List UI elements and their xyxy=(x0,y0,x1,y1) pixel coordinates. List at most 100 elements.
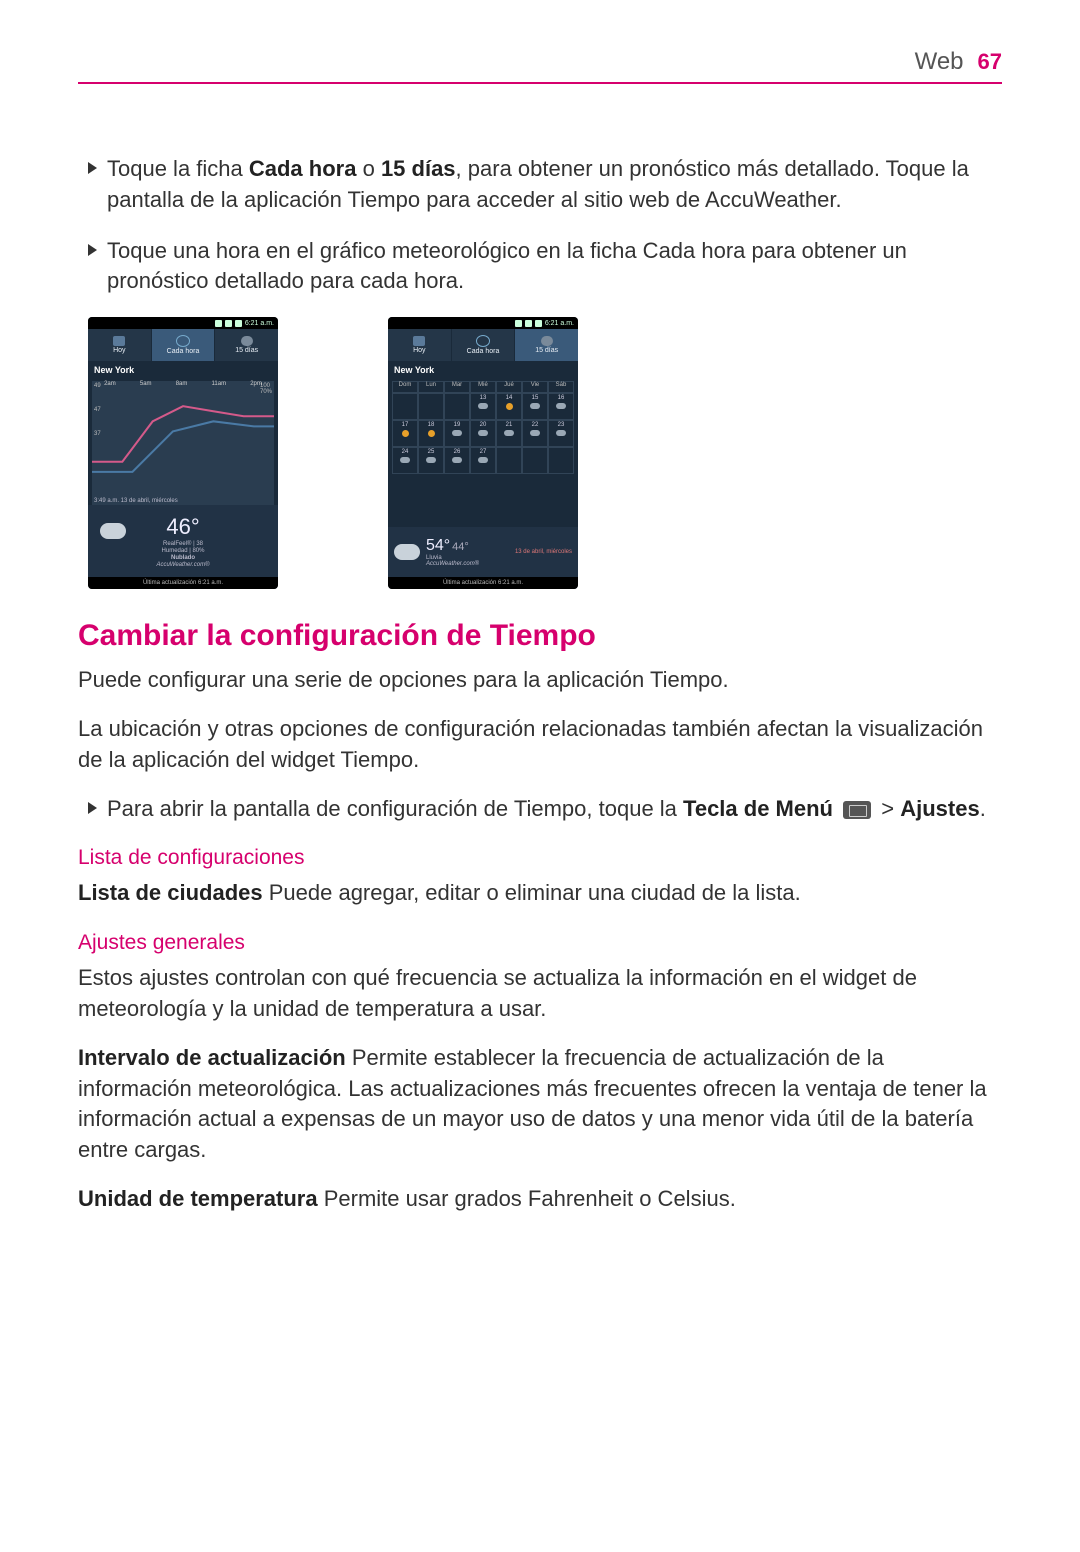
text-bold: Unidad de temperatura xyxy=(78,1186,318,1211)
bullet-item: Toque una hora en el gráfico meteorológi… xyxy=(88,236,1002,298)
status-icon xyxy=(515,320,522,327)
date: 15 xyxy=(532,395,539,401)
cal-cell xyxy=(548,447,574,474)
manual-page: Web 67 Toque la ficha Cada hora o 15 día… xyxy=(0,0,1080,1552)
temp-primary: 54° xyxy=(426,537,450,554)
paragraph: La ubicación y otras opciones de configu… xyxy=(78,714,1002,776)
cal-cell: 21 xyxy=(496,420,522,447)
cal-cell: 20 xyxy=(470,420,496,447)
tab-label: 15 días xyxy=(235,347,258,354)
cal-cell: 26 xyxy=(444,447,470,474)
text-bold: Cada hora xyxy=(249,156,357,181)
date: 22 xyxy=(532,422,539,428)
status-time: 6:21 a.m. xyxy=(245,320,274,327)
city-label: New York xyxy=(388,361,578,379)
weather-icon xyxy=(478,430,488,436)
dow: Dom xyxy=(392,381,418,393)
weather-icon xyxy=(400,457,410,463)
calendar-icon xyxy=(113,336,125,346)
page-header: Web 67 xyxy=(78,48,1002,84)
text-bold: Tecla de Menú xyxy=(683,796,833,821)
subsection-heading: Ajustes generales xyxy=(78,931,1002,955)
cal-cell: 18 xyxy=(418,420,444,447)
dow: Mié xyxy=(470,381,496,393)
text: Toque la ficha xyxy=(107,156,249,181)
weather-icon xyxy=(506,403,513,410)
cal-cell: 14 xyxy=(496,393,522,420)
hourly-chart: 2am 5am 8am 11am 2pm 100 70% 49 47 37 xyxy=(92,381,274,505)
paragraph: Intervalo de actualización Permite estab… xyxy=(78,1043,1002,1166)
status-icon xyxy=(235,320,242,327)
dow: Vie xyxy=(522,381,548,393)
bottom-panel: 46° RealFeel® | 38 Humedad | 80% Nublado… xyxy=(88,505,278,577)
weather-icon xyxy=(478,457,488,463)
date: 27 xyxy=(480,449,487,455)
section-heading: Cambiar la configuración de Tiempo xyxy=(78,619,1002,653)
menu-key-icon xyxy=(843,801,871,819)
cal-cell xyxy=(496,447,522,474)
section-bullets: Para abrir la pantalla de configuración … xyxy=(88,794,1002,825)
tab-row: Hoy Cada hora 15 días xyxy=(88,329,278,361)
calendar-row: 17 18 19 20 21 22 23 xyxy=(392,420,574,447)
cal-cell: 16 xyxy=(548,393,574,420)
bullet-item: Toque la ficha Cada hora o 15 días, para… xyxy=(88,154,1002,216)
status-bar: 6:21 a.m. xyxy=(88,317,278,329)
y-label: 70% xyxy=(260,389,272,395)
x-label: 8am xyxy=(176,381,188,387)
weather-icon xyxy=(478,403,488,409)
tab-hoy: Hoy xyxy=(88,329,152,361)
date: 26 xyxy=(454,449,461,455)
cal-cell xyxy=(418,393,444,420)
cal-cell: 17 xyxy=(392,420,418,447)
cloud-icon xyxy=(394,544,420,560)
dow: Lun xyxy=(418,381,444,393)
text: . xyxy=(980,796,986,821)
tab-15-dias: 15 días xyxy=(515,329,578,361)
weather-icon xyxy=(452,457,462,463)
cloud-icon xyxy=(541,336,553,346)
line-graph-svg xyxy=(92,391,274,482)
triangle-icon xyxy=(88,162,97,174)
text: Para abrir la pantalla de configuración … xyxy=(107,796,683,821)
tab-cada-hora: Cada hora xyxy=(152,329,216,361)
date: 16 xyxy=(558,395,565,401)
date: 13 xyxy=(480,395,487,401)
calendar-icon xyxy=(413,336,425,346)
weather-icon xyxy=(530,403,540,409)
brand: AccuWeather.com® xyxy=(426,561,479,567)
bullet-text: Toque una hora en el gráfico meteorológi… xyxy=(107,236,1002,298)
date-label: 13 de abril, miércoles xyxy=(515,549,572,555)
x-label: 5am xyxy=(140,381,152,387)
cloud-icon xyxy=(241,336,253,346)
screenshot-hourly: 6:21 a.m. Hoy Cada hora 15 días New York… xyxy=(88,317,278,589)
weather-icon xyxy=(530,430,540,436)
calendar-grid: Dom Lun Mar Mié Jué Vie Sáb 13 14 15 16 xyxy=(388,379,578,527)
calendar-row: 24 25 26 27 xyxy=(392,447,574,474)
tab-label: 15 días xyxy=(535,347,558,354)
text-bold: Lista de ciudades xyxy=(78,880,263,905)
dow: Sáb xyxy=(548,381,574,393)
status-icon xyxy=(535,320,542,327)
x-label: 2am xyxy=(104,381,116,387)
tab-15-dias: 15 días xyxy=(215,329,278,361)
text: o xyxy=(356,156,380,181)
cal-cell: 15 xyxy=(522,393,548,420)
cal-cell: 25 xyxy=(418,447,444,474)
calendar-row: 13 14 15 16 xyxy=(392,393,574,420)
chart-x-labels: 2am 5am 8am 11am 2pm xyxy=(92,381,274,387)
triangle-icon xyxy=(88,244,97,256)
weather-icon xyxy=(426,457,436,463)
tab-label: Cada hora xyxy=(467,348,500,355)
weather-icon xyxy=(428,430,435,437)
tab-row: Hoy Cada hora 15 días xyxy=(388,329,578,361)
y-label: 47 xyxy=(94,407,101,413)
header-page-number: 67 xyxy=(978,49,1002,75)
y-label: 49 xyxy=(94,383,101,389)
weather-icon xyxy=(402,430,409,437)
status-icon xyxy=(225,320,232,327)
cal-cell xyxy=(392,393,418,420)
date: 19 xyxy=(454,422,461,428)
text-bold: Intervalo de actualización xyxy=(78,1045,346,1070)
y-label: 37 xyxy=(94,431,101,437)
triangle-icon xyxy=(88,802,97,814)
